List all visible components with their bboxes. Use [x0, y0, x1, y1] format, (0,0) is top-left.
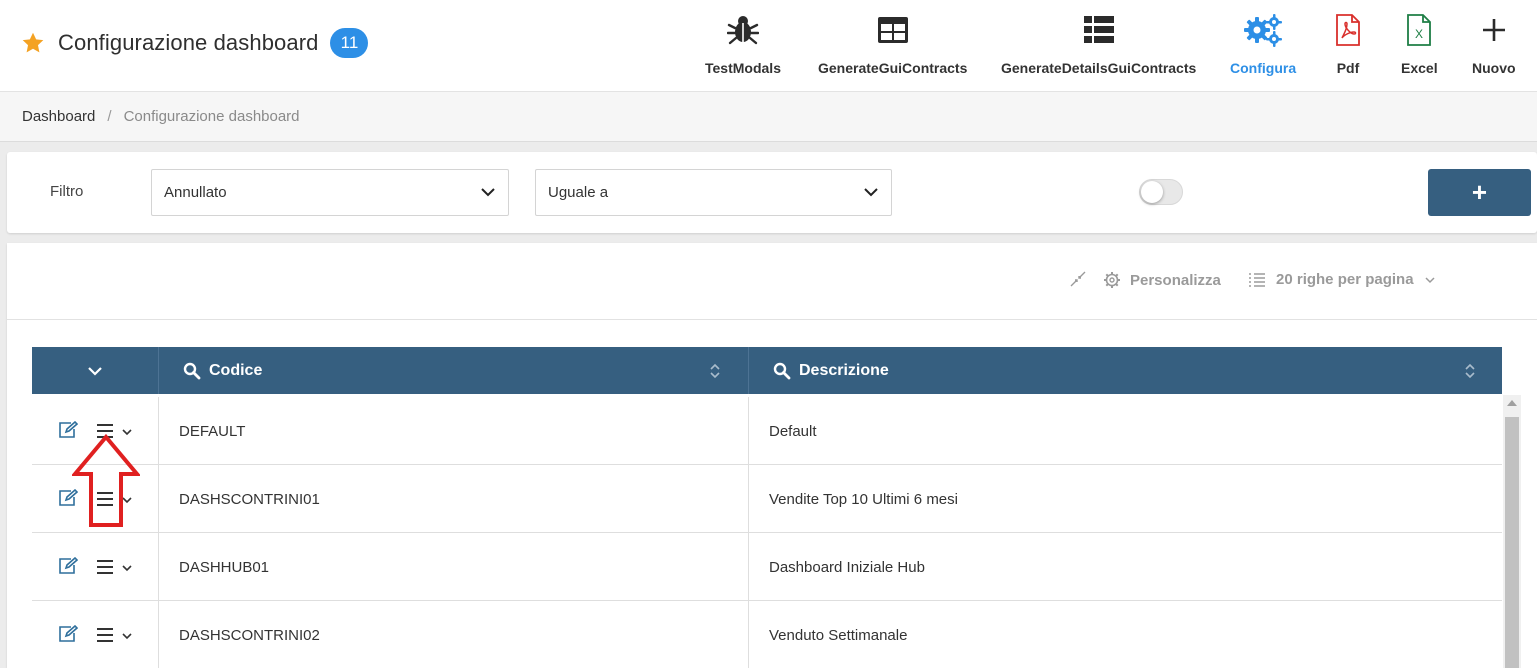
list-table-icon — [1083, 12, 1115, 48]
cell-codice: DASHSCONTRINI01 — [179, 490, 320, 508]
chevron-down-icon — [1425, 276, 1435, 283]
grid-panel: Personalizza 20 righe per pagina Codice … — [7, 243, 1537, 668]
testmodals-button[interactable]: TestModals — [705, 12, 781, 82]
testmodals-label: TestModals — [705, 60, 781, 76]
edit-icon[interactable] — [58, 625, 78, 643]
column-divider — [748, 465, 749, 533]
search-icon[interactable] — [773, 362, 791, 380]
search-icon[interactable] — [183, 362, 201, 380]
table-scrollbar[interactable] — [1503, 395, 1521, 668]
filter-label: Filtro — [50, 183, 84, 200]
excel-button[interactable]: X Excel — [1401, 12, 1438, 82]
generatedetailsguicontracts-label: GenerateDetailsGuiContracts — [1001, 60, 1197, 76]
list-icon — [1249, 272, 1265, 287]
chevron-down-icon — [481, 188, 495, 197]
gear-icon — [1104, 272, 1120, 288]
title-group: Configurazione dashboard 11 — [20, 28, 369, 58]
page-title: Configurazione dashboard — [58, 30, 319, 55]
menu-icon[interactable] — [96, 559, 114, 575]
annotation-arrow-icon — [72, 434, 140, 527]
column-divider — [158, 397, 159, 465]
chevron-down-icon[interactable] — [121, 631, 133, 641]
column-divider — [748, 533, 749, 601]
sort-icon[interactable] — [1464, 362, 1476, 380]
filter-panel: Filtro Annullato Uguale a + — [7, 152, 1537, 233]
breadcrumb-separator: / — [107, 108, 112, 125]
column-label-descrizione: Descrizione — [799, 361, 889, 379]
bug-icon — [726, 12, 759, 48]
table-grid-icon — [877, 12, 909, 48]
pdf-button[interactable]: Pdf — [1335, 12, 1361, 82]
add-filter-button[interactable]: + — [1428, 169, 1531, 216]
cell-descrizione: Default — [769, 422, 817, 440]
generateguicontracts-label: GenerateGuiContracts — [818, 60, 968, 76]
star-icon[interactable] — [20, 30, 46, 56]
table-row[interactable]: DASHSCONTRINI02 Venduto Settimanale — [32, 601, 1502, 668]
page-size-label: 20 righe per pagina — [1276, 271, 1414, 288]
breadcrumb: Dashboard / Configurazione dashboard — [0, 92, 1537, 142]
table-row[interactable]: DASHSCONTRINI01 Vendite Top 10 Ultimi 6 … — [32, 465, 1502, 533]
chevron-down-icon — [864, 188, 878, 197]
filter-operator-select[interactable]: Uguale a — [535, 169, 892, 216]
page-size-select[interactable]: 20 righe per pagina — [1248, 271, 1436, 288]
app-header: Configurazione dashboard 11 TestModals G… — [0, 0, 1537, 92]
breadcrumb-current: Configurazione dashboard — [123, 108, 300, 125]
cell-descrizione: Venduto Settimanale — [769, 626, 908, 644]
toggle-knob — [1141, 181, 1163, 203]
generatedetailsguicontracts-button[interactable]: GenerateDetailsGuiContracts — [1001, 12, 1196, 82]
column-header-descrizione[interactable]: Descrizione — [748, 347, 1502, 394]
cell-codice: DASHHUB01 — [179, 558, 270, 576]
generateguicontracts-button[interactable]: GenerateGuiContracts — [818, 12, 967, 82]
column-header-codice[interactable]: Codice — [158, 347, 748, 394]
gears-icon — [1243, 12, 1283, 48]
chevron-down-icon — [88, 366, 102, 376]
edit-icon[interactable] — [58, 557, 78, 575]
column-divider — [748, 397, 749, 465]
filter-field-select[interactable]: Annullato — [151, 169, 509, 216]
pdf-label: Pdf — [1336, 60, 1360, 76]
filter-value-toggle[interactable] — [1139, 179, 1183, 205]
column-divider — [748, 601, 749, 668]
filter-operator-value: Uguale a — [548, 184, 609, 201]
scroll-thumb[interactable] — [1505, 417, 1519, 668]
cell-codice: DEFAULT — [179, 422, 246, 440]
pdf-file-icon — [1335, 12, 1361, 48]
grid-toolbar: Personalizza 20 righe per pagina — [7, 243, 1537, 320]
cell-descrizione: Dashboard Iniziale Hub — [769, 558, 925, 576]
scroll-up-arrow-icon[interactable] — [1507, 400, 1517, 406]
count-badge: 11 — [330, 28, 369, 58]
configura-label: Configura — [1230, 60, 1297, 76]
compress-arrows-icon — [1070, 271, 1086, 287]
personalize-label: Personalizza — [1130, 271, 1221, 289]
sort-icon[interactable] — [709, 362, 721, 380]
plus-icon — [1480, 12, 1508, 48]
row-actions — [32, 601, 158, 668]
nuovo-button[interactable]: Nuovo — [1472, 12, 1516, 82]
menu-icon[interactable] — [96, 627, 114, 643]
excel-file-icon: X — [1406, 12, 1432, 48]
column-divider — [158, 465, 159, 533]
cell-codice: DASHSCONTRINI02 — [179, 626, 320, 644]
row-actions — [32, 533, 158, 601]
svg-text:X: X — [1415, 27, 1423, 41]
chevron-down-icon[interactable] — [121, 563, 133, 573]
excel-label: Excel — [1401, 60, 1438, 76]
select-all-toggle[interactable] — [32, 347, 158, 394]
personalize-button[interactable]: Personalizza — [1103, 271, 1221, 289]
filter-field-value: Annullato — [164, 184, 227, 201]
column-divider — [158, 601, 159, 668]
nuovo-label: Nuovo — [1472, 60, 1516, 76]
configura-button[interactable]: Configura — [1230, 12, 1296, 82]
breadcrumb-home-link[interactable]: Dashboard — [22, 108, 95, 125]
collapse-button[interactable] — [1070, 271, 1086, 287]
cell-descrizione: Vendite Top 10 Ultimi 6 mesi — [769, 490, 958, 508]
column-label-codice: Codice — [209, 361, 263, 379]
table-header: Codice Descrizione — [32, 347, 1502, 394]
column-divider — [158, 533, 159, 601]
table-row[interactable]: DEFAULT Default — [32, 397, 1502, 465]
table-row[interactable]: DASHHUB01 Dashboard Iniziale Hub — [32, 533, 1502, 601]
